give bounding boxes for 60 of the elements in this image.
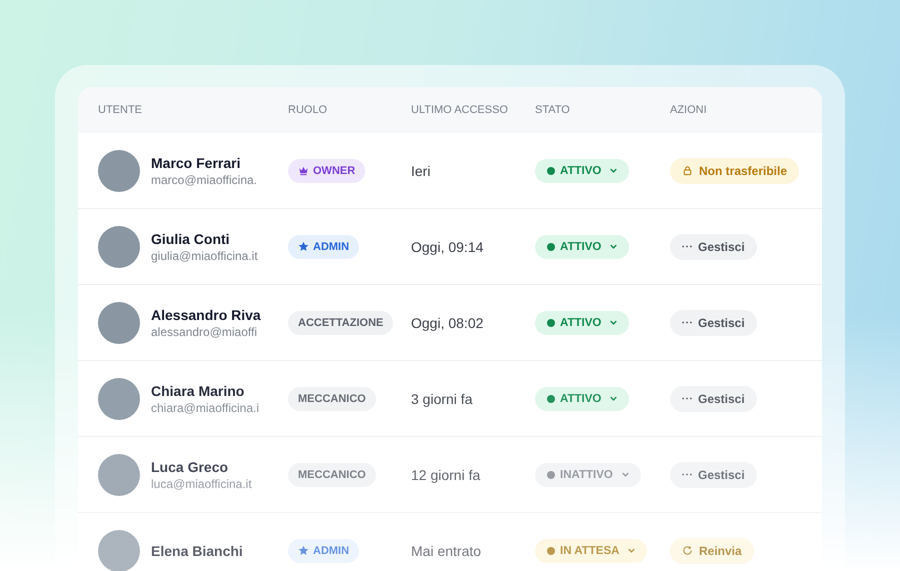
resend-button[interactable]: Reinvia: [670, 538, 754, 564]
role-badge: MECCANICO: [288, 386, 376, 410]
chevron-down-icon: [610, 244, 618, 249]
user-email: chiara@miaofficina.i: [151, 400, 260, 414]
last-access: Mai entrato: [411, 542, 482, 558]
manage-button[interactable]: Gestisci: [670, 462, 757, 488]
column-header: RUOLO: [288, 104, 328, 116]
status-dropdown[interactable]: ATTIVO: [535, 310, 630, 334]
avatar: [98, 378, 140, 420]
avatar: [98, 454, 140, 496]
non-transferable-badge: Non trasferibile: [670, 158, 800, 184]
refresh-icon: [682, 545, 693, 556]
role-badge: OWNER: [288, 158, 366, 182]
user-email: marco@miaofficina.: [151, 172, 257, 186]
manage-button[interactable]: Gestisci: [670, 234, 757, 260]
role-badge: ADMIN: [288, 234, 360, 258]
star-icon: [298, 241, 309, 252]
more-dots-icon: [682, 473, 692, 476]
manage-button[interactable]: Gestisci: [670, 386, 757, 412]
chevron-down-icon: [610, 168, 618, 173]
more-dots-icon: [682, 397, 692, 400]
role-badge: ACCETTAZIONE: [288, 310, 394, 334]
chevron-down-icon: [622, 472, 629, 477]
user-name: Chiara Marino: [151, 382, 246, 398]
avatar: [98, 226, 140, 268]
user-email: luca@miaofficina.it: [151, 476, 252, 490]
status-dropdown[interactable]: ATTIVO: [535, 386, 630, 410]
manage-button[interactable]: Gestisci: [670, 310, 757, 336]
last-access: 3 giorni fa: [411, 390, 472, 406]
avatar: [98, 530, 140, 571]
avatar: [98, 150, 140, 192]
user-name: Alessandro Riva: [151, 306, 261, 322]
last-access: 12 giorni fa: [411, 466, 480, 482]
column-header: UTENTE: [98, 104, 143, 116]
column-header: STATO: [535, 104, 571, 116]
avatar: [98, 302, 140, 344]
user-name: Marco Ferrari: [151, 154, 242, 170]
more-dots-icon: [682, 245, 692, 248]
last-access: Oggi, 08:02: [411, 314, 484, 330]
user-email: alessandro@miaoffi: [151, 324, 258, 338]
more-dots-icon: [682, 321, 692, 324]
user-email: giulia@miaofficina.it: [151, 248, 258, 262]
star-icon: [298, 545, 309, 556]
user-name: Luca Greco: [151, 458, 230, 474]
status-dropdown[interactable]: ATTIVO: [535, 158, 630, 182]
crown-icon: [298, 165, 309, 176]
lock-icon: [682, 165, 693, 176]
user-name: Giulia Conti: [151, 230, 231, 246]
last-access: Oggi, 09:14: [411, 238, 484, 254]
column-header: ULTIMO ACCESSO: [411, 104, 509, 116]
chevron-down-icon: [628, 548, 636, 553]
chevron-down-icon: [610, 320, 618, 325]
user-name: Elena Bianchi: [151, 542, 243, 558]
status-dropdown[interactable]: IN ATTESA: [535, 538, 648, 562]
role-badge: ADMIN: [288, 538, 360, 562]
last-access: Ieri: [411, 162, 430, 178]
status-dropdown[interactable]: ATTIVO: [535, 234, 630, 258]
role-badge: MECCANICO: [288, 462, 376, 486]
chevron-down-icon: [610, 396, 618, 401]
column-header: AZIONI: [670, 104, 708, 116]
